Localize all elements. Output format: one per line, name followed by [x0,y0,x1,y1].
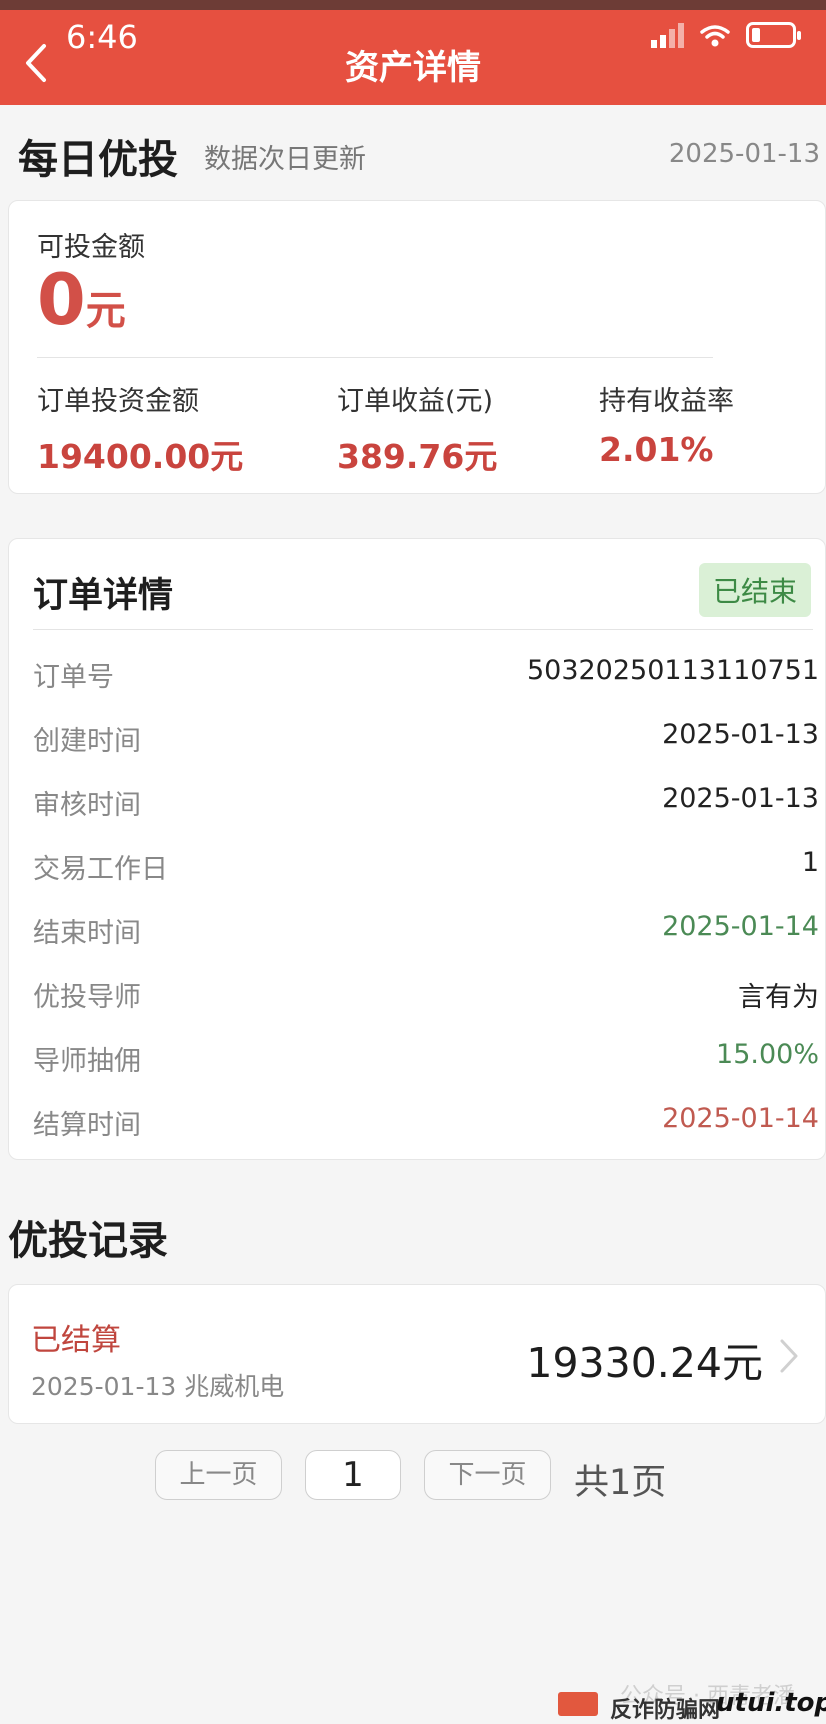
record-meta: 2025-01-13 兆威机电 [31,1372,285,1401]
pagination: 上一页 1 下一页 共1页 [0,1450,826,1503]
next-page-button[interactable]: 下一页 [424,1450,551,1500]
detail-key: 优投导师 [33,982,141,1013]
total-pages: 共1页 [574,1463,667,1503]
watermark-domain: utui.top [716,1688,826,1718]
detail-key: 导师抽佣 [33,1046,141,1077]
record-amount: 19330.24元 [526,1339,763,1387]
stat-label: 持有收益率 [599,386,734,417]
watermark-logo-icon [558,1692,598,1716]
prev-page-button[interactable]: 上一页 [155,1450,282,1500]
detail-row-commission: 导师抽佣 15.00% [33,1039,819,1079]
detail-value: 15.00% [716,1039,819,1070]
detail-row-created: 创建时间 2025-01-13 [33,719,819,759]
stat-label: 订单收益(元) [337,386,494,417]
detail-row-trading-days: 交易工作日 1 [33,847,819,887]
detail-key: 结束时间 [33,918,141,949]
available-amount-value: 0 [37,259,86,341]
detail-key: 交易工作日 [33,854,168,885]
watermark-site: 反诈防骗网 [610,1698,721,1723]
status-badge: 已结束 [698,563,811,617]
detail-row-end-time: 结束时间 2025-01-14 [33,911,819,951]
page-title: 资产详情 [345,48,481,88]
detail-value: 2025-01-13 [662,783,819,814]
current-page[interactable]: 1 [305,1450,401,1500]
record-item[interactable]: 已结算 2025-01-13 兆威机电 19330.24元 [8,1284,826,1424]
detail-value: 2025-01-14 [662,1103,819,1134]
stat-profit: 订单收益(元) 389.76元 [337,379,497,478]
update-note: 数据次日更新 [204,144,366,175]
chevron-right-icon [780,1339,798,1373]
detail-value: 言有为 [738,982,819,1013]
stat-value: 19400.00元 [37,437,244,476]
detail-key: 结算时间 [33,1110,141,1141]
available-amount: 0元 [37,259,126,341]
order-details-card: 订单详情 已结束 订单号 50320250113110751 创建时间 2025… [8,538,826,1160]
product-title: 每日优投 [18,137,178,183]
stat-investment: 订单投资金额 19400.00元 [37,379,243,478]
detail-value: 50320250113110751 [526,655,819,686]
detail-key: 订单号 [33,662,114,693]
records-title: 优投记录 [8,1218,168,1264]
detail-value: 2025-01-14 [662,911,819,942]
top-navigation-bar: 6:46 资产详情 [0,0,826,105]
stat-value: 2.01% [599,430,714,469]
divider [37,357,713,358]
header-date: 2025-01-13 [668,139,820,169]
detail-value: 2025-01-13 [662,719,819,750]
product-header: 每日优投 数据次日更新 2025-01-13 [0,105,826,200]
detail-row-settlement: 结算时间 2025-01-14 [33,1103,819,1143]
detail-value: 1 [801,847,819,878]
order-details-title: 订单详情 [33,576,174,616]
detail-key: 创建时间 [33,726,141,757]
stat-label: 订单投资金额 [37,386,199,417]
stat-value: 389.76元 [337,437,498,476]
detail-row-mentor: 优投导师 言有为 [33,975,819,1015]
record-status: 已结算 [31,1323,121,1358]
summary-card: 可投金额 0元 订单投资金额 19400.00元 订单收益(元) 389.76元… [8,200,826,494]
available-amount-unit: 元 [85,288,126,334]
detail-row-reviewed: 审核时间 2025-01-13 [33,783,819,823]
divider [33,629,813,630]
stat-yield: 持有收益率 2.01% [599,379,734,469]
detail-key: 审核时间 [33,790,141,821]
detail-row-order-number: 订单号 50320250113110751 [33,655,819,695]
